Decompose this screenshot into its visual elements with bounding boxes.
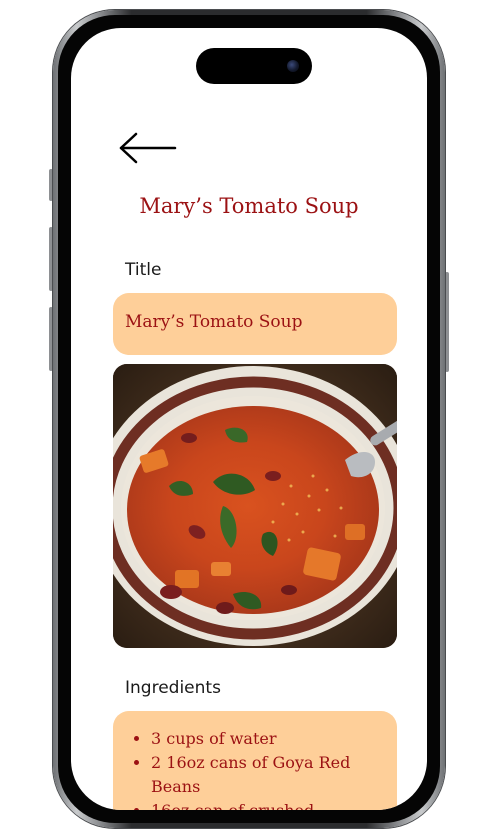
ingredients-field-label: Ingredients [125,678,221,698]
phone-frame: Mary’s Tomato Soup Title Mary’s Tomato S… [53,10,445,828]
phone-screen: Mary’s Tomato Soup Title Mary’s Tomato S… [71,28,427,810]
ingredient-item: 16oz can of crushed [151,799,383,810]
arrow-left-icon [119,132,177,164]
back-button[interactable] [117,128,179,168]
ingredients-list: 3 cups of water 2 16oz cans of Goya Red … [123,727,383,810]
title-field-label: Title [125,260,162,280]
recipe-photo[interactable] [113,364,397,648]
page-title: Mary’s Tomato Soup [139,194,359,218]
title-field[interactable]: Mary’s Tomato Soup [113,293,397,355]
tomato-soup-bowl-photo [113,364,397,648]
ingredients-field[interactable]: 3 cups of water 2 16oz cans of Goya Red … [113,711,397,810]
phone-bezel: Mary’s Tomato Soup Title Mary’s Tomato S… [58,15,440,823]
power-button [445,272,449,372]
ingredient-item: 3 cups of water [151,727,383,751]
stage: Mary’s Tomato Soup Title Mary’s Tomato S… [0,0,489,840]
front-camera-icon [287,60,299,72]
ingredient-item: 2 16oz cans of Goya Red Beans [151,751,383,799]
title-field-value: Mary’s Tomato Soup [125,312,303,332]
dynamic-island [196,48,312,84]
